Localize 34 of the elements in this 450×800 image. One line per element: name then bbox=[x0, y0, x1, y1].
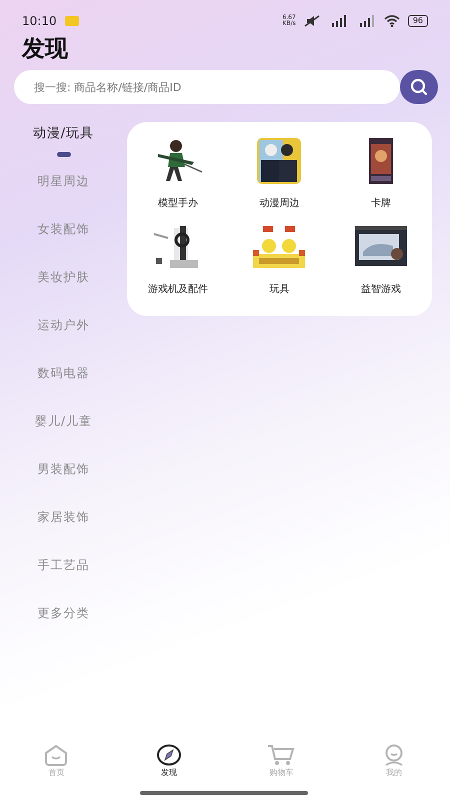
category-tab[interactable]: 更多分类 bbox=[0, 602, 127, 650]
status-time: 10:10 bbox=[22, 13, 57, 30]
mute-icon bbox=[304, 15, 320, 27]
notification-icon bbox=[64, 16, 79, 26]
search-icon bbox=[410, 78, 428, 96]
subcategory-item[interactable]: 游戏机及配件 bbox=[127, 222, 229, 308]
category-tab[interactable]: 女装配饰 bbox=[0, 218, 127, 266]
category-tab[interactable]: 明星周边 bbox=[0, 170, 127, 218]
selected-indicator bbox=[56, 152, 70, 156]
category-tab[interactable]: 家居装饰 bbox=[0, 506, 127, 554]
home-icon bbox=[43, 744, 70, 766]
nav-tab[interactable]: 首页 bbox=[0, 744, 112, 779]
subcategory-item[interactable]: 动漫周边 bbox=[228, 136, 330, 222]
category-tab[interactable]: 婴儿/儿童 bbox=[0, 410, 127, 458]
battery-level: 96 bbox=[408, 15, 428, 27]
nav-tab[interactable]: 我的 bbox=[338, 744, 450, 779]
category-tab[interactable]: 数码电器 bbox=[0, 362, 127, 410]
category-tab[interactable]: 男装配饰 bbox=[0, 458, 127, 506]
subcategory-item[interactable]: 卡牌 bbox=[330, 136, 432, 222]
subcategory-item[interactable]: 模型手办 bbox=[127, 136, 229, 222]
search-button[interactable] bbox=[400, 70, 438, 104]
category-tab[interactable]: 美妆护肤 bbox=[0, 266, 127, 314]
wifi-icon bbox=[384, 15, 400, 27]
search-field[interactable]: 搜一搜: 商品名称/链接/商品ID bbox=[14, 70, 400, 104]
category-tab[interactable]: 手工艺品 bbox=[0, 554, 127, 602]
category-tab[interactable]: 运动户外 bbox=[0, 314, 127, 362]
nav-tab[interactable]: 购物车 bbox=[225, 744, 338, 779]
compass-icon bbox=[156, 744, 182, 766]
cart-icon bbox=[267, 744, 296, 766]
subcategory-item[interactable]: 益智游戏 bbox=[330, 222, 432, 308]
subcategory-item[interactable]: 玩具 bbox=[228, 222, 330, 308]
category-tab[interactable]: 动漫/玩具 bbox=[0, 122, 127, 170]
page-title: 发现 bbox=[20, 35, 69, 64]
nav-tab[interactable]: 发现 bbox=[112, 744, 225, 779]
